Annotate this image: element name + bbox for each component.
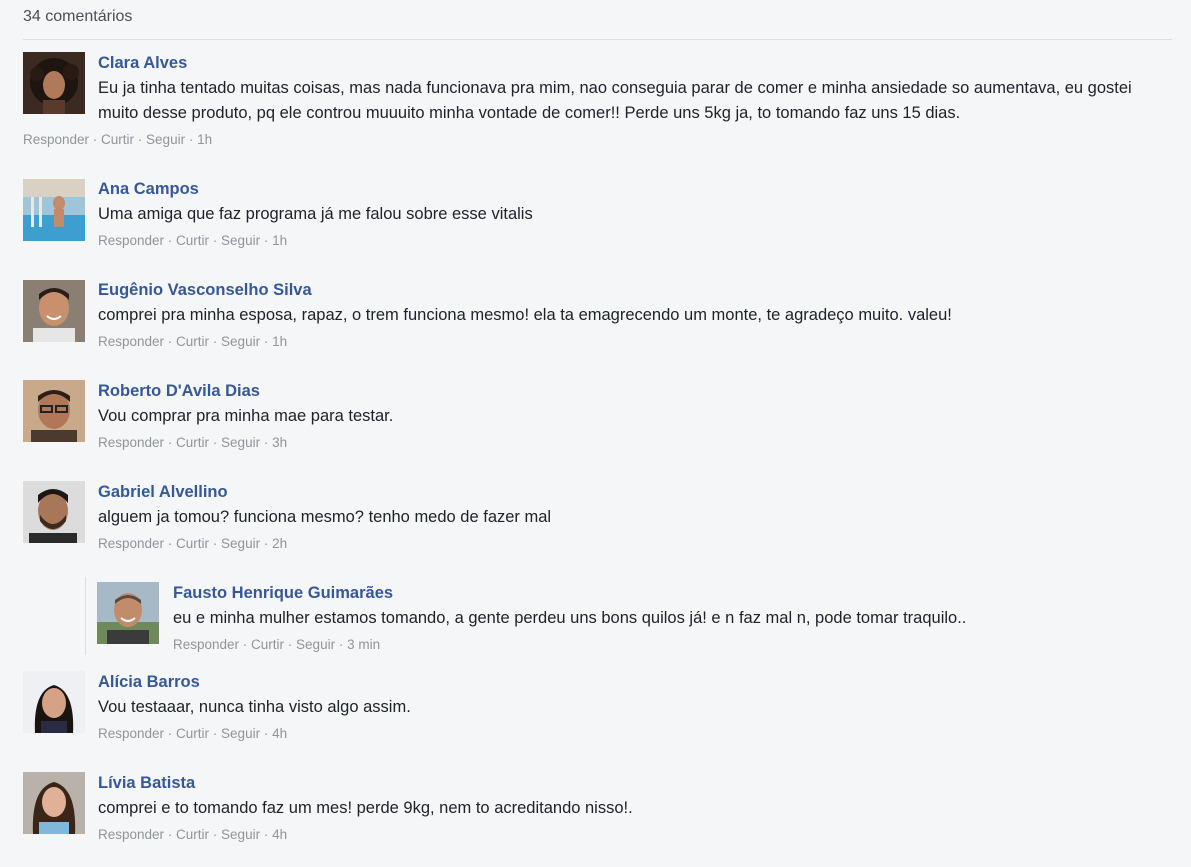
comment-time: 1h <box>272 233 288 248</box>
like-link[interactable]: Curtir <box>251 637 284 652</box>
comment-time: 1h <box>272 334 288 349</box>
reply-link[interactable]: Responder <box>23 132 89 147</box>
comment-count: 34 comentários <box>23 8 133 25</box>
reply-link[interactable]: Responder <box>173 637 239 652</box>
comment-actions: Responder · Curtir · Seguir · 1h <box>98 233 288 248</box>
comment-author[interactable]: Lívia Batista <box>98 774 195 793</box>
comment-actions: Responder · Curtir · Seguir · 3 min <box>173 637 381 652</box>
comment-time: 2h <box>272 536 288 551</box>
avatar[interactable] <box>23 671 85 733</box>
reply-link[interactable]: Responder <box>98 536 164 551</box>
avatar[interactable] <box>23 280 85 342</box>
comment-author[interactable]: Roberto D'Avila Dias <box>98 382 260 401</box>
comment-time: 4h <box>272 827 288 842</box>
follow-link[interactable]: Seguir <box>221 334 260 349</box>
reply-link[interactable]: Responder <box>98 726 164 741</box>
comment-actions: Responder · Curtir · Seguir · 1h <box>98 334 288 349</box>
comment-time: 4h <box>272 726 288 741</box>
reply-link[interactable]: Responder <box>98 233 164 248</box>
comment-author[interactable]: Ana Campos <box>98 180 199 199</box>
comment-text: Eu ja tinha tentado muitas coisas, mas n… <box>98 79 1132 122</box>
comment-time: 3 min <box>347 637 381 652</box>
like-link[interactable]: Curtir <box>176 726 209 741</box>
comment-text: Uma amiga que faz programa já me falou s… <box>98 205 533 223</box>
avatar[interactable] <box>23 481 85 543</box>
comment-text: eu e minha mulher estamos tomando, a gen… <box>173 609 967 627</box>
comment-actions: Responder · Curtir · Seguir · 1h <box>23 132 213 147</box>
like-link[interactable]: Curtir <box>176 536 209 551</box>
comment-actions: Responder · Curtir · Seguir · 4h <box>98 827 288 842</box>
follow-link[interactable]: Seguir <box>221 726 260 741</box>
comment-actions: Responder · Curtir · Seguir · 4h <box>98 726 288 741</box>
comment-author[interactable]: Gabriel Alvellino <box>98 483 228 502</box>
reply-link[interactable]: Responder <box>98 435 164 450</box>
avatar[interactable] <box>23 52 85 114</box>
comment-text: Vou testaaar, nunca tinha visto algo ass… <box>98 698 411 716</box>
comment-author[interactable]: Alícia Barros <box>98 673 200 692</box>
follow-link[interactable]: Seguir <box>146 132 185 147</box>
comment-text: alguem ja tomou? funciona mesmo? tenho m… <box>98 508 552 526</box>
comment-text: comprei e to tomando faz um mes! perde 9… <box>98 799 633 817</box>
like-link[interactable]: Curtir <box>176 435 209 450</box>
like-link[interactable]: Curtir <box>176 233 209 248</box>
reply-link[interactable]: Responder <box>98 827 164 842</box>
reply-link[interactable]: Responder <box>98 334 164 349</box>
reply-thread-line <box>85 577 86 655</box>
comment-author[interactable]: Eugênio Vasconselho Silva <box>98 281 312 300</box>
avatar[interactable] <box>23 179 85 241</box>
avatar[interactable] <box>23 772 85 834</box>
avatar[interactable] <box>97 582 159 644</box>
follow-link[interactable]: Seguir <box>296 637 335 652</box>
comment-text: Vou comprar pra minha mae para testar. <box>98 407 394 425</box>
comment-time: 1h <box>197 132 213 147</box>
follow-link[interactable]: Seguir <box>221 435 260 450</box>
like-link[interactable]: Curtir <box>176 827 209 842</box>
comments-header: 34 comentários <box>23 0 1172 40</box>
follow-link[interactable]: Seguir <box>221 827 260 842</box>
avatar[interactable] <box>23 380 85 442</box>
comment-text: comprei pra minha esposa, rapaz, o trem … <box>98 306 952 324</box>
follow-link[interactable]: Seguir <box>221 233 260 248</box>
comment-actions: Responder · Curtir · Seguir · 2h <box>98 536 288 551</box>
comment-actions: Responder · Curtir · Seguir · 3h <box>98 435 288 450</box>
comment-author[interactable]: Fausto Henrique Guimarães <box>173 584 393 603</box>
like-link[interactable]: Curtir <box>101 132 134 147</box>
follow-link[interactable]: Seguir <box>221 536 260 551</box>
comment-author[interactable]: Clara Alves <box>98 54 187 73</box>
like-link[interactable]: Curtir <box>176 334 209 349</box>
comment-time: 3h <box>272 435 288 450</box>
